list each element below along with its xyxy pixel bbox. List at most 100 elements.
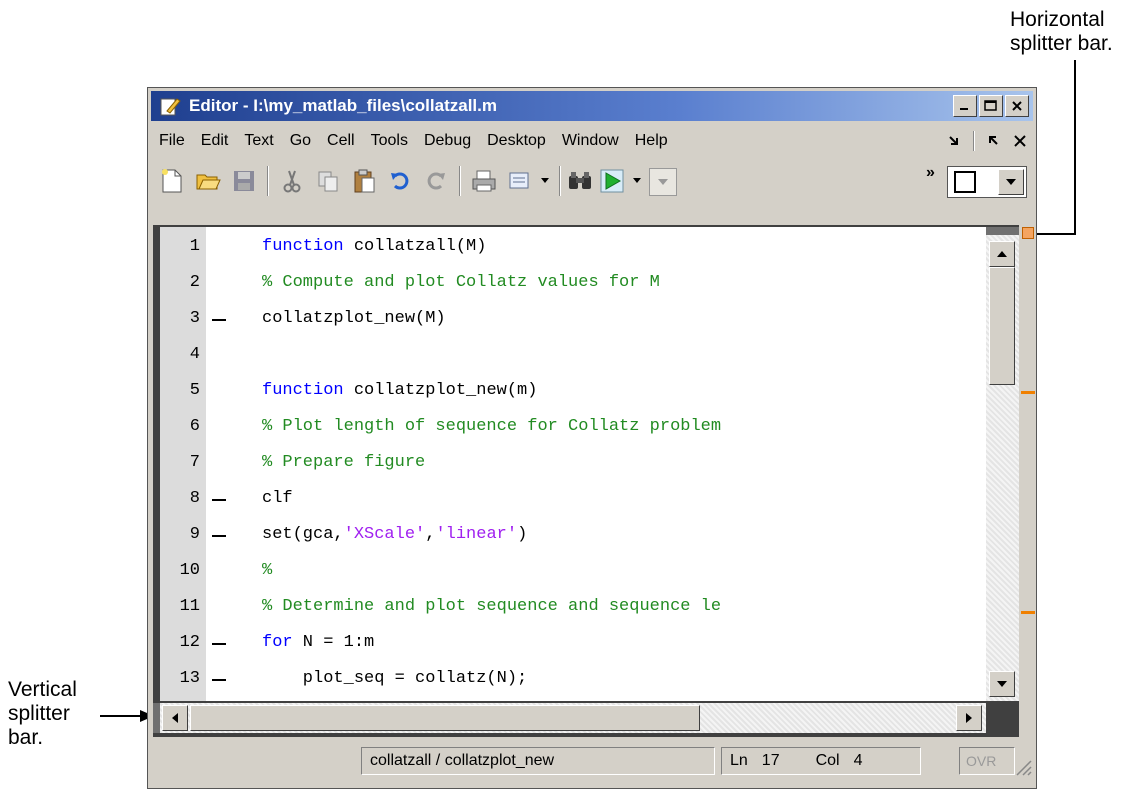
- overwrite-indicator: OVR: [959, 747, 1015, 775]
- breakpoint-dash[interactable]: [212, 499, 226, 501]
- code-token: ): [517, 525, 528, 544]
- column-label: Col: [815, 752, 840, 769]
- menu-debug[interactable]: Debug: [416, 132, 479, 150]
- toolbar-overflow-icon[interactable]: »: [926, 164, 935, 182]
- chevron-down-icon: [633, 178, 641, 183]
- breakpoint-dash[interactable]: [212, 643, 226, 645]
- code-line: set(gca,'XScale','linear'): [262, 525, 527, 544]
- scroll-right-button[interactable]: [956, 705, 982, 731]
- run-dropdown[interactable]: [629, 166, 645, 196]
- breakpoint-dash[interactable]: [212, 535, 226, 537]
- layout-icon: [954, 171, 976, 193]
- breakpoint-dash[interactable]: [212, 319, 226, 321]
- run-button[interactable]: [597, 166, 627, 196]
- close-icon: [1012, 101, 1022, 111]
- paste-button[interactable]: [349, 166, 379, 196]
- menu-cell[interactable]: Cell: [319, 132, 363, 150]
- callout-text: Horizontal: [1010, 8, 1105, 31]
- maximize-button[interactable]: [979, 95, 1003, 117]
- code-token: for: [262, 633, 293, 652]
- code-line: % Compute and plot Collatz values for M: [262, 273, 660, 292]
- code-token: 'XScale': [343, 525, 426, 544]
- menu-edit[interactable]: Edit: [193, 132, 237, 150]
- editor-pane: 1 2 3 4 5 6 7 8 9 10 11 12 13 function collatzall(M)…: [153, 225, 1019, 737]
- menu-separator: [973, 131, 975, 151]
- callout-text: bar.: [8, 726, 44, 749]
- code-token: collatzall(M): [343, 237, 487, 256]
- resize-grip-icon[interactable]: [1011, 755, 1033, 777]
- cut-button[interactable]: [277, 166, 307, 196]
- close-document-icon[interactable]: [1013, 134, 1027, 148]
- menu-tools[interactable]: Tools: [363, 132, 416, 150]
- menu-help[interactable]: Help: [627, 132, 676, 150]
- toolbar-separator: [559, 166, 561, 196]
- maximize-icon: [984, 100, 997, 111]
- undock-icon[interactable]: [987, 134, 1001, 148]
- column-value: 4: [853, 752, 863, 769]
- code-token: %: [262, 561, 273, 580]
- status-bar: collatzall / collatzplot_new Ln 17 Col 4…: [153, 743, 1033, 777]
- toolbar-separator: [267, 166, 269, 196]
- callout-line: [100, 715, 142, 717]
- layout-dropdown[interactable]: [947, 166, 1027, 198]
- vertical-splitter-bar[interactable]: [153, 703, 160, 733]
- code-token: plot_seq = collatz(N);: [262, 669, 528, 688]
- code-token: % Prepare figure: [262, 453, 426, 472]
- comment-dropdown[interactable]: [537, 166, 553, 196]
- close-button[interactable]: [1005, 95, 1029, 117]
- horizontal-scrollbar[interactable]: [160, 703, 986, 733]
- horizontal-scroll-thumb[interactable]: [190, 705, 700, 731]
- code-area[interactable]: function collatzall(M) % Compute and plot…: [232, 227, 986, 701]
- function-path-field: collatzall / collatzplot_new: [361, 747, 715, 775]
- code-line: for N = 1:m: [262, 633, 374, 652]
- code-token: clf: [262, 489, 293, 508]
- callout-text: splitter bar.: [1010, 32, 1113, 55]
- callout-text: Vertical: [8, 678, 77, 701]
- menu-desktop[interactable]: Desktop: [479, 132, 554, 150]
- vertical-scrollbar[interactable]: [986, 227, 1019, 701]
- function-path: collatzall / collatzplot_new: [370, 752, 555, 769]
- horizontal-splitter-bar[interactable]: [986, 227, 1019, 235]
- menu-text[interactable]: Text: [236, 132, 281, 150]
- arrow-right-icon: [965, 713, 972, 723]
- find-button[interactable]: [565, 166, 595, 196]
- message-bar[interactable]: [1021, 225, 1035, 737]
- code-line: %: [262, 561, 272, 580]
- breakpoint-dash[interactable]: [212, 679, 226, 681]
- warning-marker[interactable]: [1021, 391, 1035, 394]
- vertical-scroll-thumb[interactable]: [989, 267, 1015, 385]
- stack-dropdown[interactable]: [649, 168, 677, 196]
- print-button[interactable]: [469, 166, 499, 196]
- minimize-button[interactable]: [953, 95, 977, 117]
- scroll-up-button[interactable]: [989, 241, 1015, 267]
- scroll-down-button[interactable]: [989, 671, 1015, 697]
- cursor-position-field: Ln 17 Col 4: [721, 747, 921, 775]
- cut-icon: [283, 170, 301, 193]
- menu-window[interactable]: Window: [554, 132, 627, 150]
- code-line: collatzplot_new(M): [262, 309, 446, 328]
- copy-button[interactable]: [313, 166, 343, 196]
- paste-icon: [354, 169, 375, 193]
- run-icon: [600, 169, 624, 193]
- chevron-down-icon: [541, 178, 549, 183]
- menu-file[interactable]: File: [151, 132, 193, 150]
- line-number: 11: [179, 597, 200, 616]
- copy-icon: [318, 171, 338, 192]
- title-bar[interactable]: Editor - I:\my_matlab_files\collatzall.m: [151, 91, 1033, 121]
- warning-marker[interactable]: [1021, 611, 1035, 614]
- dock-icon[interactable]: [947, 134, 961, 148]
- scroll-left-button[interactable]: [162, 705, 188, 731]
- toolbar: »: [151, 160, 1033, 202]
- message-indicator-icon[interactable]: [1022, 227, 1034, 239]
- new-file-button[interactable]: [157, 166, 187, 196]
- callout-line: [1074, 60, 1076, 235]
- line-number: 5: [189, 381, 200, 400]
- comment-button[interactable]: [505, 166, 535, 196]
- save-button[interactable]: [229, 166, 259, 196]
- menu-go[interactable]: Go: [282, 132, 319, 150]
- open-file-button[interactable]: [193, 166, 223, 196]
- redo-button[interactable]: [421, 166, 451, 196]
- new-file-icon: [162, 169, 182, 193]
- breakpoint-column[interactable]: [206, 227, 232, 701]
- undo-button[interactable]: [385, 166, 415, 196]
